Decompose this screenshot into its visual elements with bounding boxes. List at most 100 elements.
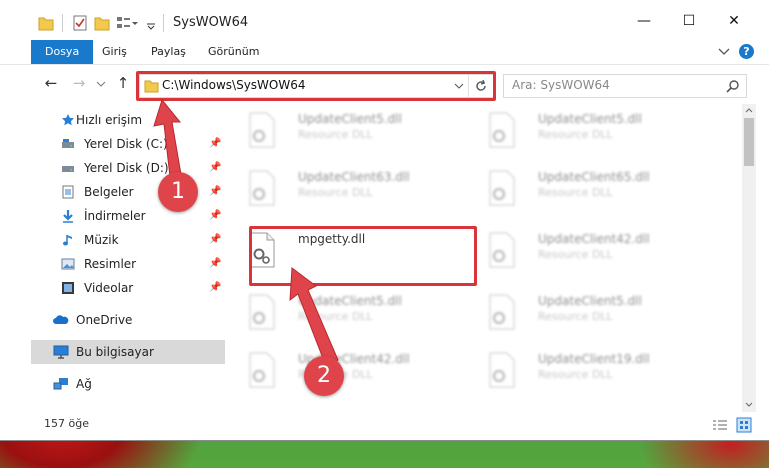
file-name: UpdateClient5.dll [538,112,642,126]
chevron-down-icon[interactable] [146,14,156,32]
search-icon[interactable] [726,79,740,93]
file-name: UpdateClient42.dll [538,232,650,246]
separator [62,14,63,32]
file-description: Resource DLL [538,128,613,141]
title-bar: SysWOW64 — ☐ ✕ [0,0,769,40]
step-badge-1: 1 [158,172,198,212]
pin-icon[interactable]: 📌 [209,156,221,180]
tab-share[interactable]: Paylaş [151,40,186,64]
file-description: Resource DLL [538,310,613,323]
folder-icon[interactable] [38,14,54,32]
tab-view[interactable]: Görünüm [208,40,259,64]
dll-file-icon [489,112,515,148]
explorer-window: SysWOW64 — ☐ ✕ Dosya Giriş Paylaş Görünü… [0,0,769,440]
sidebar-item-label: Belgeler [84,185,134,199]
search-input[interactable]: Ara: SysWOW64 [512,78,610,92]
cloud-icon [53,315,69,324]
file-name: UpdateClient19.dll [538,352,650,366]
dll-file-icon [249,112,275,148]
document-icon [62,185,74,199]
sidebar-item-label: Videolar [84,281,134,295]
file-name: UpdateClient65.dll [538,170,650,184]
new-folder-icon[interactable] [94,14,110,32]
list-item[interactable]: UpdateClient42.dll Resource DLL [468,228,698,272]
customize-icon[interactable] [116,14,138,32]
pin-icon[interactable]: 📌 [209,132,221,156]
file-name: UpdateClient63.dll [298,170,410,184]
arrow-up-icon: ↑ [116,74,130,92]
sidebar-item-network[interactable]: Ağ [31,372,225,396]
search-box[interactable]: Ara: SysWOW64 [503,74,747,98]
tab-home[interactable]: Giriş [102,40,127,64]
recent-locations-icon[interactable] [96,80,106,88]
list-item[interactable]: UpdateClient5.dll Resource DLL [468,108,698,152]
sidebar-item-label: Resimler [84,257,137,271]
list-item[interactable]: UpdateClient63.dll Resource DLL [228,166,458,210]
arrow-annotation-2 [289,267,339,367]
pin-icon[interactable]: 📌 [209,276,221,300]
details-view-icon[interactable] [712,419,728,431]
pin-icon[interactable]: 📌 [209,252,221,276]
sidebar-item-label: Hızlı erişim [76,113,143,127]
dll-file-icon [249,352,275,388]
scrollbar-thumb[interactable] [744,118,754,166]
sidebar-item-label: Bu bilgisayar [76,345,154,359]
pin-icon[interactable]: 📌 [209,228,221,252]
file-description: Resource DLL [538,368,613,381]
arrow-right-icon: → [72,74,86,92]
network-icon [53,378,68,390]
file-name: UpdateClient5.dll [538,294,642,308]
vertical-scrollbar[interactable] [742,104,756,412]
dll-file-icon [489,170,515,206]
sidebar-item-onedrive[interactable]: OneDrive [31,308,225,332]
file-description: Resource DLL [538,248,613,261]
list-item[interactable]: UpdateClient5.dll Resource DLL [228,108,458,152]
list-item[interactable]: UpdateClient65.dll Resource DLL [468,166,698,210]
file-name: UpdateClient5.dll [298,112,402,126]
file-description: Resource DLL [298,128,373,141]
forward-button[interactable]: → [70,74,88,92]
sidebar-item-pictures[interactable]: Resimler 📌 [31,252,225,276]
file-description: Resource DLL [538,186,613,199]
drive-icon [62,139,74,148]
sidebar-item-this-pc[interactable]: Bu bilgisayar [31,340,225,364]
help-button[interactable]: ? [739,44,754,59]
sidebar-item-label: OneDrive [76,313,133,327]
pin-icon[interactable]: 📌 [209,204,221,228]
tab-file[interactable]: Dosya [31,40,94,64]
list-item[interactable]: UpdateClient19.dll Resource DLL [468,348,698,392]
dll-file-icon [249,294,275,330]
sidebar-item-label: Ağ [76,377,92,391]
up-button[interactable]: ↑ [114,74,132,92]
maximize-button[interactable]: ☐ [678,10,700,32]
ribbon: Dosya Giriş Paylaş Görünüm ? [0,40,769,65]
list-item[interactable]: UpdateClient5.dll Resource DLL [468,290,698,334]
video-icon [62,282,74,294]
sidebar-item-videos[interactable]: Videolar 📌 [31,276,225,300]
item-count: 157 öğe [44,417,89,430]
dll-file-icon [489,352,515,388]
pictures-icon [61,258,75,270]
close-button[interactable]: ✕ [723,10,745,32]
sidebar-item-label: Müzik [84,233,119,247]
step-badge-2: 2 [304,356,344,396]
back-button[interactable]: ← [42,74,60,92]
pin-icon[interactable]: 📌 [209,180,221,204]
file-description: Resource DLL [298,186,373,199]
scroll-up-icon[interactable] [745,107,753,113]
dll-file-icon [489,294,515,330]
navigation-bar: ← → ↑ C:\Windows\SysWOW64 Ara: SysWOW64 [0,66,769,102]
properties-icon[interactable] [72,14,88,32]
sidebar-item-music[interactable]: Müzik 📌 [31,228,225,252]
large-icons-view-icon[interactable] [736,417,752,433]
status-bar: 157 öğe [0,412,769,438]
minimize-button[interactable]: — [633,10,655,32]
sidebar-item-label: İndirmeler [84,209,146,223]
separator [163,14,164,32]
star-icon [62,114,74,126]
dll-file-icon [489,232,515,268]
sidebar-item-downloads[interactable]: İndirmeler 📌 [31,204,225,228]
ribbon-expand-icon[interactable] [718,47,730,57]
download-icon [63,210,73,223]
scroll-down-icon[interactable] [745,402,753,408]
